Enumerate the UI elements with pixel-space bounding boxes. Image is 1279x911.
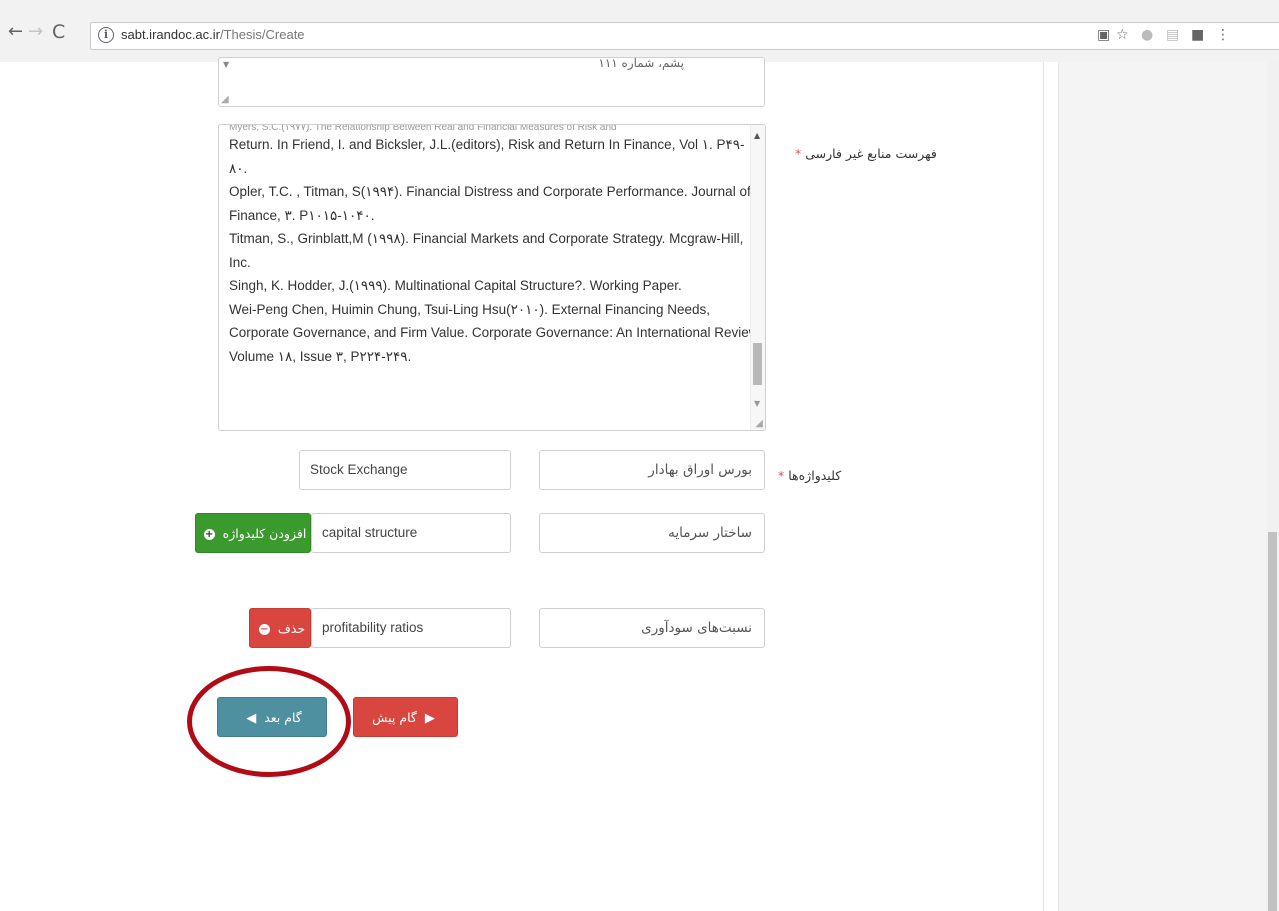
reload-icon[interactable]: C bbox=[52, 22, 65, 42]
refs-cut-line: Myers, S.C.(۱۹۷۷). The Relationship Betw… bbox=[229, 124, 617, 133]
scroll-up-icon[interactable]: ▲ bbox=[754, 131, 760, 140]
keyword-en-input[interactable]: Stock Exchange bbox=[299, 450, 511, 490]
translate-icon[interactable]: ▣ bbox=[1097, 27, 1110, 43]
refs-line: Opler, T.C. , Titman, S(۱۹۹۴). Financial… bbox=[229, 184, 751, 199]
previous-step-button[interactable]: ▶ گام پیش bbox=[353, 697, 458, 737]
refs-line: Finance, ۳. P۱۰۱۵-۱۰۴۰. bbox=[229, 207, 375, 223]
previous-textarea[interactable]: پشم، شماره ۱۱۱ ▼ ◢ bbox=[218, 57, 765, 107]
refs-line: Inc. bbox=[229, 254, 251, 270]
browser-toolbar: ← → C i sabt.irandoc.ac.ir/Thesis/Create… bbox=[0, 0, 1279, 62]
scroll-down-icon[interactable]: ▼ bbox=[754, 399, 760, 408]
resize-handle-icon[interactable]: ◢ bbox=[221, 94, 229, 105]
keyword-fa-input[interactable]: ساختار سرمایه bbox=[539, 513, 765, 553]
refs-line: ۸۰. bbox=[229, 160, 248, 176]
extension-icon[interactable]: ▤ bbox=[1166, 27, 1179, 43]
content-divider bbox=[1043, 62, 1044, 911]
page-content: پشم، شماره ۱۱۱ ▼ ◢ فهرست منابع غیر فارسی… bbox=[0, 57, 1279, 911]
delete-label: حذف bbox=[277, 621, 306, 636]
right-sidebar bbox=[1058, 62, 1267, 911]
minus-circle-icon: − bbox=[258, 624, 270, 635]
plus-circle-icon: + bbox=[203, 529, 215, 540]
resize-handle-icon[interactable]: ◢ bbox=[755, 418, 763, 429]
extension-square-icon[interactable]: ■ bbox=[1191, 27, 1204, 43]
refs-textarea-text: Myers, S.C.(۱۹۷۷). The Relationship Betw… bbox=[229, 124, 762, 368]
refs-scrollbar[interactable]: ▲ ▼ bbox=[750, 125, 765, 430]
url-text: sabt.irandoc.ac.ir/Thesis/Create bbox=[121, 27, 305, 42]
previous-step-label: گام پیش bbox=[372, 710, 417, 725]
refs-label: فهرست منابع غیر فارسی * bbox=[795, 146, 937, 161]
back-arrow-icon[interactable]: ← bbox=[8, 22, 23, 42]
scroll-down-icon[interactable]: ▼ bbox=[223, 60, 229, 69]
add-keyword-label: افزودن کلیدواژه bbox=[222, 526, 307, 541]
refs-line: Corporate Governance, and Firm Value. Co… bbox=[229, 325, 762, 340]
previous-textarea-fragment: پشم، شماره ۱۱۱ bbox=[598, 57, 684, 70]
refs-textarea[interactable]: Myers, S.C.(۱۹۷۷). The Relationship Betw… bbox=[218, 124, 766, 431]
delete-keyword-button[interactable]: حذف − bbox=[249, 608, 311, 648]
refs-scroll-thumb[interactable] bbox=[753, 343, 762, 385]
forward-arrow-icon[interactable]: → bbox=[28, 22, 43, 42]
add-keyword-button[interactable]: افزودن کلیدواژه + bbox=[195, 513, 311, 553]
address-bar[interactable]: i sabt.irandoc.ac.ir/Thesis/Create ▣ ☆ ●… bbox=[90, 22, 1279, 50]
extension-circle-icon[interactable]: ● bbox=[1141, 27, 1153, 43]
refs-line: Singh, K. Hodder, J.(۱۹۹۹). Multinationa… bbox=[229, 278, 682, 293]
keyword-en-input[interactable]: capital structure bbox=[311, 513, 511, 553]
refs-line: Volume ۱۸, Issue ۳, P۲۲۴-۲۴۹. bbox=[229, 348, 412, 364]
keyword-en-input[interactable]: profitability ratios bbox=[311, 608, 511, 648]
keywords-label: کلیدواژه‌ها * bbox=[778, 468, 842, 483]
page-scroll-thumb[interactable] bbox=[1268, 532, 1277, 911]
arrow-right-icon: ▶ bbox=[424, 710, 435, 726]
refs-line: Return. In Friend, I. and Bicksler, J.L.… bbox=[229, 137, 745, 152]
keyword-fa-input[interactable]: بورس اوراق بهادار bbox=[539, 450, 765, 490]
menu-kebab-icon[interactable]: ⋮ bbox=[1216, 27, 1230, 43]
highlight-circle bbox=[187, 666, 351, 777]
refs-line: Titman, S., Grinblatt,M (۱۹۹۸). Financia… bbox=[229, 231, 744, 246]
keyword-fa-input[interactable]: نسبت‌های سودآوری bbox=[539, 608, 765, 648]
site-info-icon[interactable]: i bbox=[98, 27, 114, 43]
refs-line: Wei-Peng Chen, Huimin Chung, Tsui-Ling H… bbox=[229, 301, 710, 317]
bookmark-star-icon[interactable]: ☆ bbox=[1116, 27, 1129, 43]
